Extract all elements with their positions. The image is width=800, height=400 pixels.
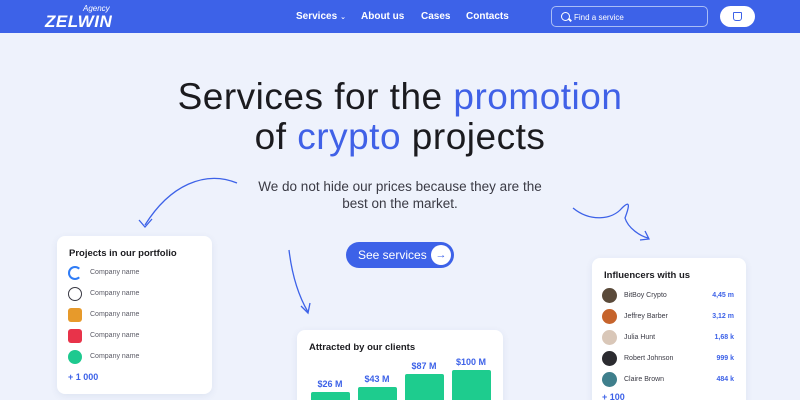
chart-bar xyxy=(405,374,444,400)
avatar xyxy=(602,351,617,366)
attracted-card: Attracted by our clients $26 M $43 M $87 M… xyxy=(297,330,503,400)
influencer-count: 484 k xyxy=(716,376,734,383)
portfolio-more-count: + 1 000 xyxy=(68,372,99,382)
hero-title-line1-prefix: Services for the xyxy=(177,76,454,117)
chart-bar xyxy=(452,370,491,400)
influencer-name: Julia Hunt xyxy=(624,334,656,341)
influencer-count: 4,45 m xyxy=(712,292,734,299)
influencer-count: 999 k xyxy=(716,355,734,362)
company-logo-icon xyxy=(68,266,82,280)
chart-bar-label: $87 M xyxy=(411,361,437,371)
chart-bar-label: $26 M xyxy=(317,379,343,389)
company-name: Company name xyxy=(90,332,140,339)
company-name: Company name xyxy=(90,311,140,318)
hero-title-line1: Services for the promotion xyxy=(0,76,800,118)
influencers-card: Influencers with us BitBoy Crypto 4,45 m… xyxy=(592,258,746,400)
list-item: Jeffrey Barber 3,12 m xyxy=(602,309,736,325)
hero-title-line2-suffix: projects xyxy=(401,116,546,157)
avatar xyxy=(602,309,617,324)
see-services-button[interactable]: See services → xyxy=(346,242,454,268)
chart-bar xyxy=(358,387,397,400)
chart-bar-label: $43 M xyxy=(364,374,390,384)
portfolio-card: Projects in our portfolio Company name C… xyxy=(57,236,212,394)
see-services-label: See services xyxy=(358,248,427,262)
company-logo-icon xyxy=(68,287,82,301)
hero-title-line2: of crypto projects xyxy=(0,116,800,158)
company-name: Company name xyxy=(90,290,140,297)
influencer-name: BitBoy Crypto xyxy=(624,292,667,299)
avatar xyxy=(602,372,617,387)
company-logo-icon xyxy=(68,350,82,364)
company-logo-icon xyxy=(68,308,82,322)
influencers-title: Influencers with us xyxy=(604,270,691,281)
list-item: Claire Brown 484 k xyxy=(602,372,736,388)
list-item: Robert Johnson 999 k xyxy=(602,351,736,367)
arrow-mid-curve xyxy=(288,249,309,313)
portfolio-title: Projects in our portfolio xyxy=(69,248,177,259)
influencer-count: 3,12 m xyxy=(712,313,734,320)
influencer-name: Jeffrey Barber xyxy=(624,313,668,320)
list-item: BitBoy Crypto 4,45 m xyxy=(602,288,736,304)
hero-subtitle-line2: best on the market. xyxy=(342,196,458,211)
hero-subtitle-line1: We do not hide our prices because they a… xyxy=(258,179,542,194)
influencer-name: Robert Johnson xyxy=(624,355,674,362)
hero-title-line2-prefix: of xyxy=(254,116,298,157)
arrow-right-icon: → xyxy=(431,245,451,265)
chart-bar-label: $100 M xyxy=(455,357,487,367)
avatar xyxy=(602,330,617,345)
company-name: Company name xyxy=(90,269,140,276)
avatar xyxy=(602,288,617,303)
influencer-count: 1,68 k xyxy=(714,334,734,341)
list-item: Julia Hunt 1,68 k xyxy=(602,330,736,346)
company-name: Company name xyxy=(90,353,140,360)
influencer-name: Claire Brown xyxy=(624,376,665,383)
hero-title-highlight-crypto: crypto xyxy=(297,116,402,157)
hero-title-highlight-promotion: promotion xyxy=(453,76,623,117)
company-logo-icon xyxy=(68,329,82,343)
attracted-title: Attracted by our clients xyxy=(309,342,416,353)
influencers-more-count: + 100 xyxy=(602,392,625,400)
chart-bar xyxy=(311,392,350,400)
